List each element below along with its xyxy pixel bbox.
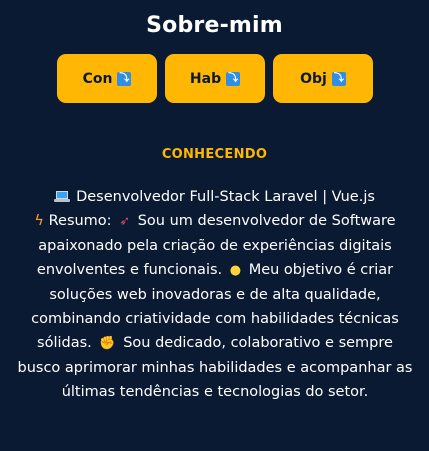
obj-button[interactable]: Obj ⤵ [273,54,373,103]
con-button[interactable]: Con ⤵ [57,54,157,103]
page-title: Sobre-mim [146,13,283,38]
arrow-down-right-icon: ⤵ [331,71,346,86]
section-heading: CONHECENDO [161,147,268,162]
flexed-biceps-icon: ✊ [99,336,116,351]
lightning-icon: ϟ [34,213,44,229]
hab-button-label: Hab [189,70,222,87]
role-headline-text: Desenvolvedor Full-Stack Laravel | Vue.j… [76,189,375,205]
about-summary: ϟ Resumo: ➶ Sou um desenvolvedor de Soft… [14,209,416,404]
rocket-icon: ➶ [119,214,131,229]
section-nav: Con ⤵ Hab ⤵ Obj ⤵ [57,54,373,103]
about-page: Sobre-mim Con ⤵ Hab ⤵ Obj ⤵ CONHECENDO D… [0,0,429,451]
arrow-down-right-icon: ⤵ [117,71,132,86]
arrow-down-right-icon: ⤵ [226,71,241,86]
obj-button-label: Obj [300,70,327,87]
lightbulb-icon: ● [229,263,242,278]
laptop-icon [54,191,71,202]
hab-button[interactable]: Hab ⤵ [165,54,265,103]
summary-label: Resumo: [48,213,112,229]
role-headline: Desenvolvedor Full-Stack Laravel | Vue.j… [0,185,429,209]
con-button-label: Con [82,70,113,87]
